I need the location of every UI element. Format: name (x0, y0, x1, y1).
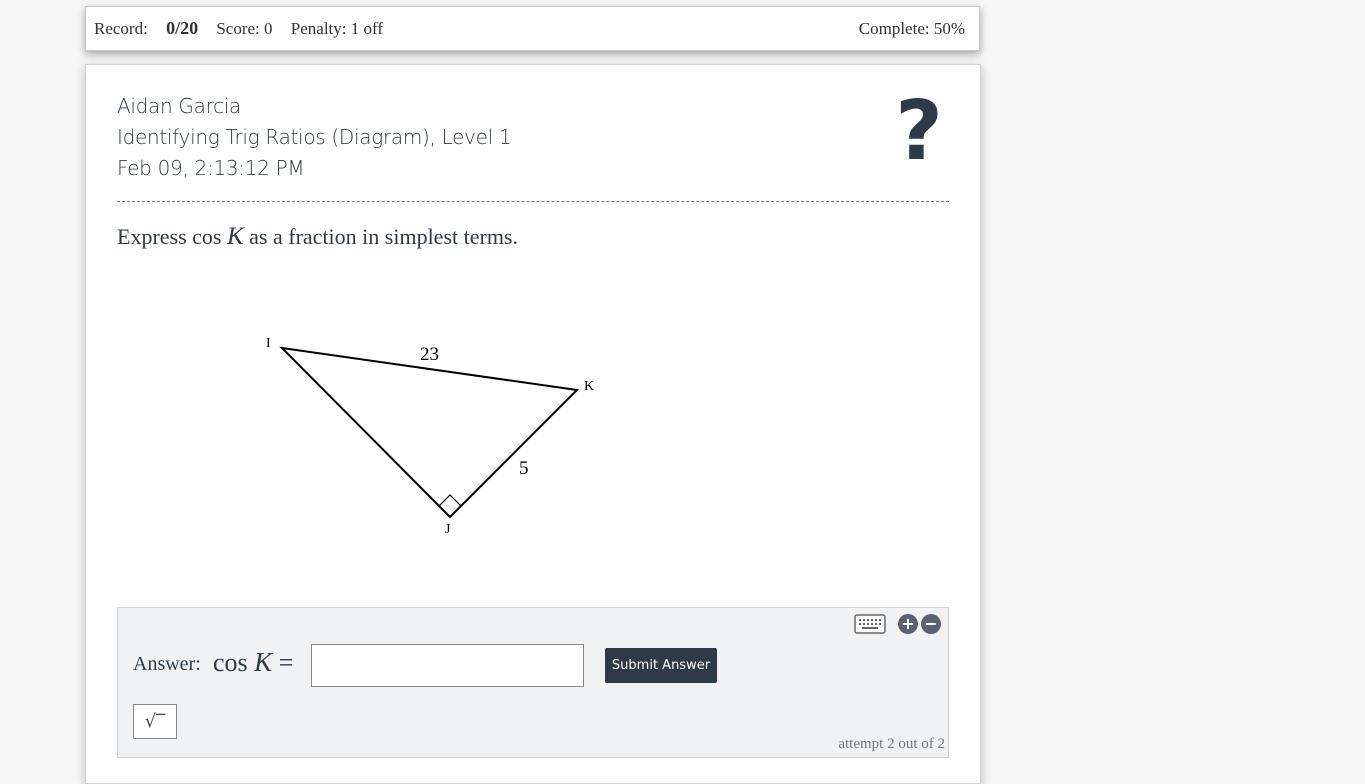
timestamp: Feb 09, 2:13:12 PM (117, 156, 305, 180)
answer-label: Answer: (133, 653, 201, 675)
question-text: Express cos K as a fraction in simplest … (117, 223, 518, 250)
complete-percent: Complete: 50% (858, 18, 965, 38)
side-label-ik: 23 (420, 344, 439, 365)
answer-expression: cos K = (213, 647, 294, 677)
record: Record: 0/20 (94, 18, 199, 38)
status-left: Record: 0/20 Score: 0 Penalty: 1 off (94, 18, 397, 39)
student-name: Aidan Garcia (117, 94, 241, 118)
status-bar: Record: 0/20 Score: 0 Penalty: 1 off Com… (85, 6, 980, 51)
vertex-label-i: I (266, 336, 271, 351)
sqrt-button[interactable]: √‾ (133, 704, 177, 739)
side-label-jk: 5 (519, 458, 529, 479)
answer-panel: + − Answer: cos K = Submit Answer √‾ att… (117, 607, 949, 758)
triangle-diagram: I K J 23 5 (266, 336, 594, 537)
triangle-shape (279, 346, 580, 519)
record-value: 0/20 (166, 18, 199, 38)
score: Score: 0 (216, 19, 273, 38)
zoom-out-icon[interactable]: − (921, 614, 941, 634)
vertex-label-j: J (445, 522, 451, 537)
student-info: Aidan Garcia Identifying Trig Ratios (Di… (117, 91, 512, 184)
help-icon[interactable]: ? (889, 87, 949, 177)
attempt-counter: attempt 2 out of 2 (838, 736, 945, 752)
zoom-in-icon[interactable]: + (898, 614, 918, 634)
keyboard-icon[interactable] (854, 613, 886, 635)
answer-input[interactable] (311, 644, 584, 687)
vertex-label-k: K (584, 379, 594, 394)
divider (117, 201, 949, 202)
right-angle-marker (438, 494, 462, 507)
submit-answer-button[interactable]: Submit Answer (605, 648, 717, 683)
problem-card: Aidan Garcia Identifying Trig Ratios (Di… (85, 64, 981, 784)
penalty: Penalty: 1 off (290, 19, 384, 38)
assignment-title: Identifying Trig Ratios (Diagram), Level… (117, 125, 512, 149)
